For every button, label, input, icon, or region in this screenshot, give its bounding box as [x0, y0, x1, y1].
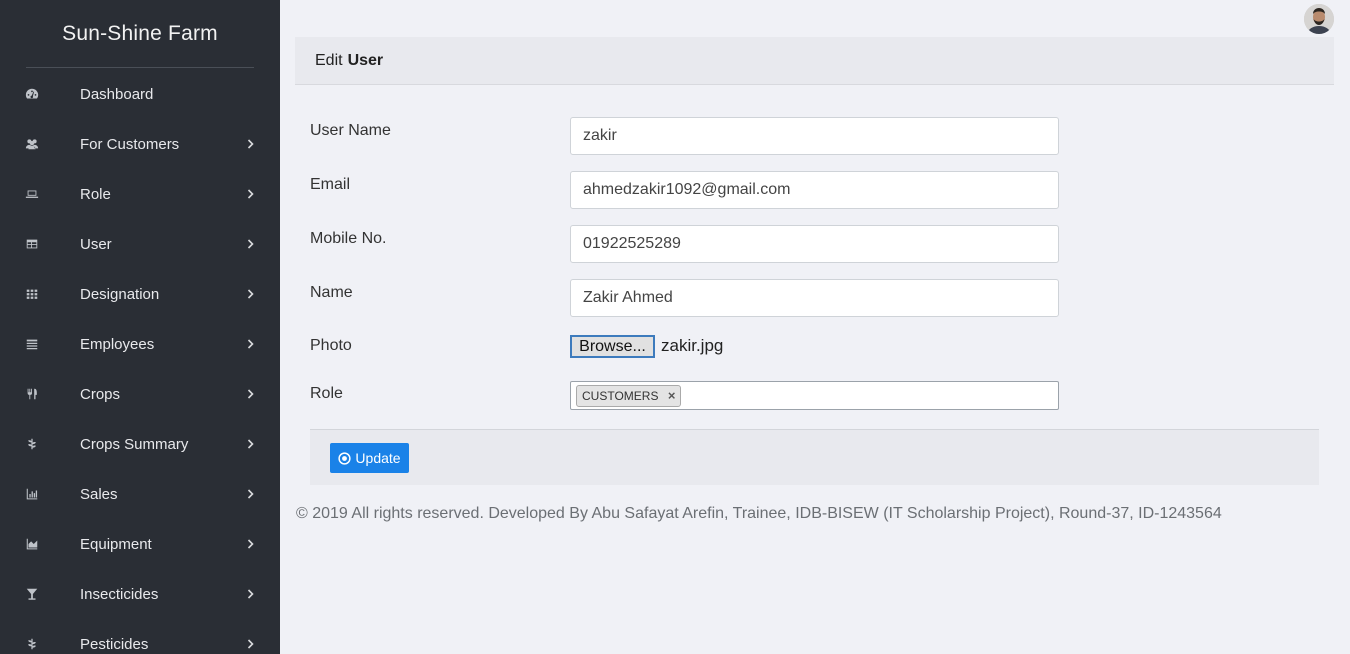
user-avatar[interactable] — [1304, 4, 1334, 34]
brand-label: Sun-Shine Farm — [62, 22, 218, 45]
chevron-right-icon — [246, 639, 256, 649]
dot-circle-icon — [338, 451, 352, 465]
page-footer: © 2019 All rights reserved. Developed By… — [296, 505, 1222, 522]
mobile-input[interactable]: 01922525289 — [570, 225, 1059, 263]
sidebar-item-insecticides[interactable]: Insecticides — [0, 569, 280, 619]
sidebar: Sun-Shine Farm Dashboard For Customers R… — [0, 0, 280, 654]
plant-icon — [24, 436, 40, 452]
remove-tag-icon[interactable]: × — [668, 388, 676, 403]
chevron-right-icon — [246, 489, 256, 499]
chevron-right-icon — [246, 539, 256, 549]
form-row-mobile: Mobile No. 01922525289 — [310, 225, 1070, 263]
grid-icon — [24, 286, 40, 302]
sidebar-item-label: User — [80, 235, 112, 253]
card-title-entity: User — [347, 51, 384, 69]
form-row-email: Email ahmedzakir1092@gmail.com — [310, 171, 1070, 209]
sidebar-item-dashboard[interactable]: Dashboard — [0, 69, 280, 119]
chevron-right-icon — [246, 589, 256, 599]
role-multiselect[interactable]: × CUSTOMERS — [570, 381, 1059, 410]
name-input[interactable]: Zakir Ahmed — [570, 279, 1059, 317]
chevron-right-icon — [246, 289, 256, 299]
sidebar-item-user[interactable]: User — [0, 219, 280, 269]
sidebar-item-label: Crops Summary — [80, 435, 189, 453]
sidebar-item-label: Equipment — [80, 535, 152, 553]
form-row-name: Name Zakir Ahmed — [310, 279, 1070, 317]
laptop-icon — [24, 186, 40, 202]
card-header: Edit User — [295, 37, 1334, 85]
photo-label: Photo — [310, 337, 352, 354]
sidebar-item-sales[interactable]: Sales — [0, 469, 280, 519]
sidebar-item-label: For Customers — [80, 135, 180, 153]
email-input[interactable]: ahmedzakir1092@gmail.com — [570, 171, 1059, 209]
sidebar-item-label: Insecticides — [80, 585, 159, 603]
update-label: Update — [355, 450, 401, 466]
role-tag-label: CUSTOMERS — [582, 389, 659, 403]
chevron-right-icon — [246, 139, 256, 149]
form-row-username: User Name zakir — [310, 117, 1070, 155]
chevron-right-icon — [246, 439, 256, 449]
selected-file-name: zakir.jpg — [661, 336, 724, 355]
sidebar-item-label: Designation — [80, 285, 160, 303]
sidebar-item-employees[interactable]: Employees — [0, 319, 280, 369]
sidebar-item-label: Employees — [80, 335, 155, 353]
sidebar-item-equipment[interactable]: Equipment — [0, 519, 280, 569]
role-label: Role — [310, 385, 343, 402]
name-label: Name — [310, 284, 353, 301]
sidebar-item-crops[interactable]: Crops — [0, 369, 280, 419]
chevron-right-icon — [246, 389, 256, 399]
sidebar-item-crops-summary[interactable]: Crops Summary — [0, 419, 280, 469]
sidebar-item-label: Crops — [80, 385, 121, 403]
update-button[interactable]: Update — [330, 443, 409, 473]
table-icon — [24, 236, 40, 252]
plant-icon — [24, 636, 40, 652]
utensils-icon — [24, 386, 40, 402]
email-label: Email — [310, 176, 351, 193]
sidebar-item-for-customers[interactable]: For Customers — [0, 119, 280, 169]
form-row-photo: Photo Browse... zakir.jpg — [310, 335, 1070, 359]
sidebar-item-pesticides[interactable]: Pesticides — [0, 619, 280, 654]
browse-button[interactable]: Browse... — [570, 335, 655, 358]
mobile-label: Mobile No. — [310, 230, 387, 247]
users-icon — [24, 136, 40, 152]
sidebar-nav: Dashboard For Customers Role User Design… — [0, 69, 280, 654]
sidebar-item-label: Role — [80, 185, 111, 203]
chevron-right-icon — [246, 239, 256, 249]
username-input[interactable]: zakir — [570, 117, 1059, 155]
dashboard-icon — [24, 86, 40, 102]
card-footer: Update — [310, 429, 1319, 485]
bar-chart-icon — [24, 486, 40, 502]
role-tag: × CUSTOMERS — [576, 385, 682, 407]
sidebar-item-designation[interactable]: Designation — [0, 269, 280, 319]
sidebar-item-role[interactable]: Role — [0, 169, 280, 219]
sidebar-item-label: Sales — [80, 485, 118, 503]
form-row-role: Role × CUSTOMERS — [310, 381, 1070, 410]
chevron-right-icon — [246, 189, 256, 199]
area-chart-icon — [24, 536, 40, 552]
glass-icon — [24, 586, 40, 602]
username-label: User Name — [310, 122, 391, 139]
chevron-right-icon — [246, 339, 256, 349]
sidebar-item-label: Dashboard — [80, 85, 154, 103]
brand-title[interactable]: Sun-Shine Farm — [0, 0, 280, 68]
brand-divider — [26, 67, 254, 68]
card-title-prefix: Edit — [315, 51, 343, 69]
sidebar-item-label: Pesticides — [80, 635, 149, 653]
list-icon — [24, 336, 40, 352]
